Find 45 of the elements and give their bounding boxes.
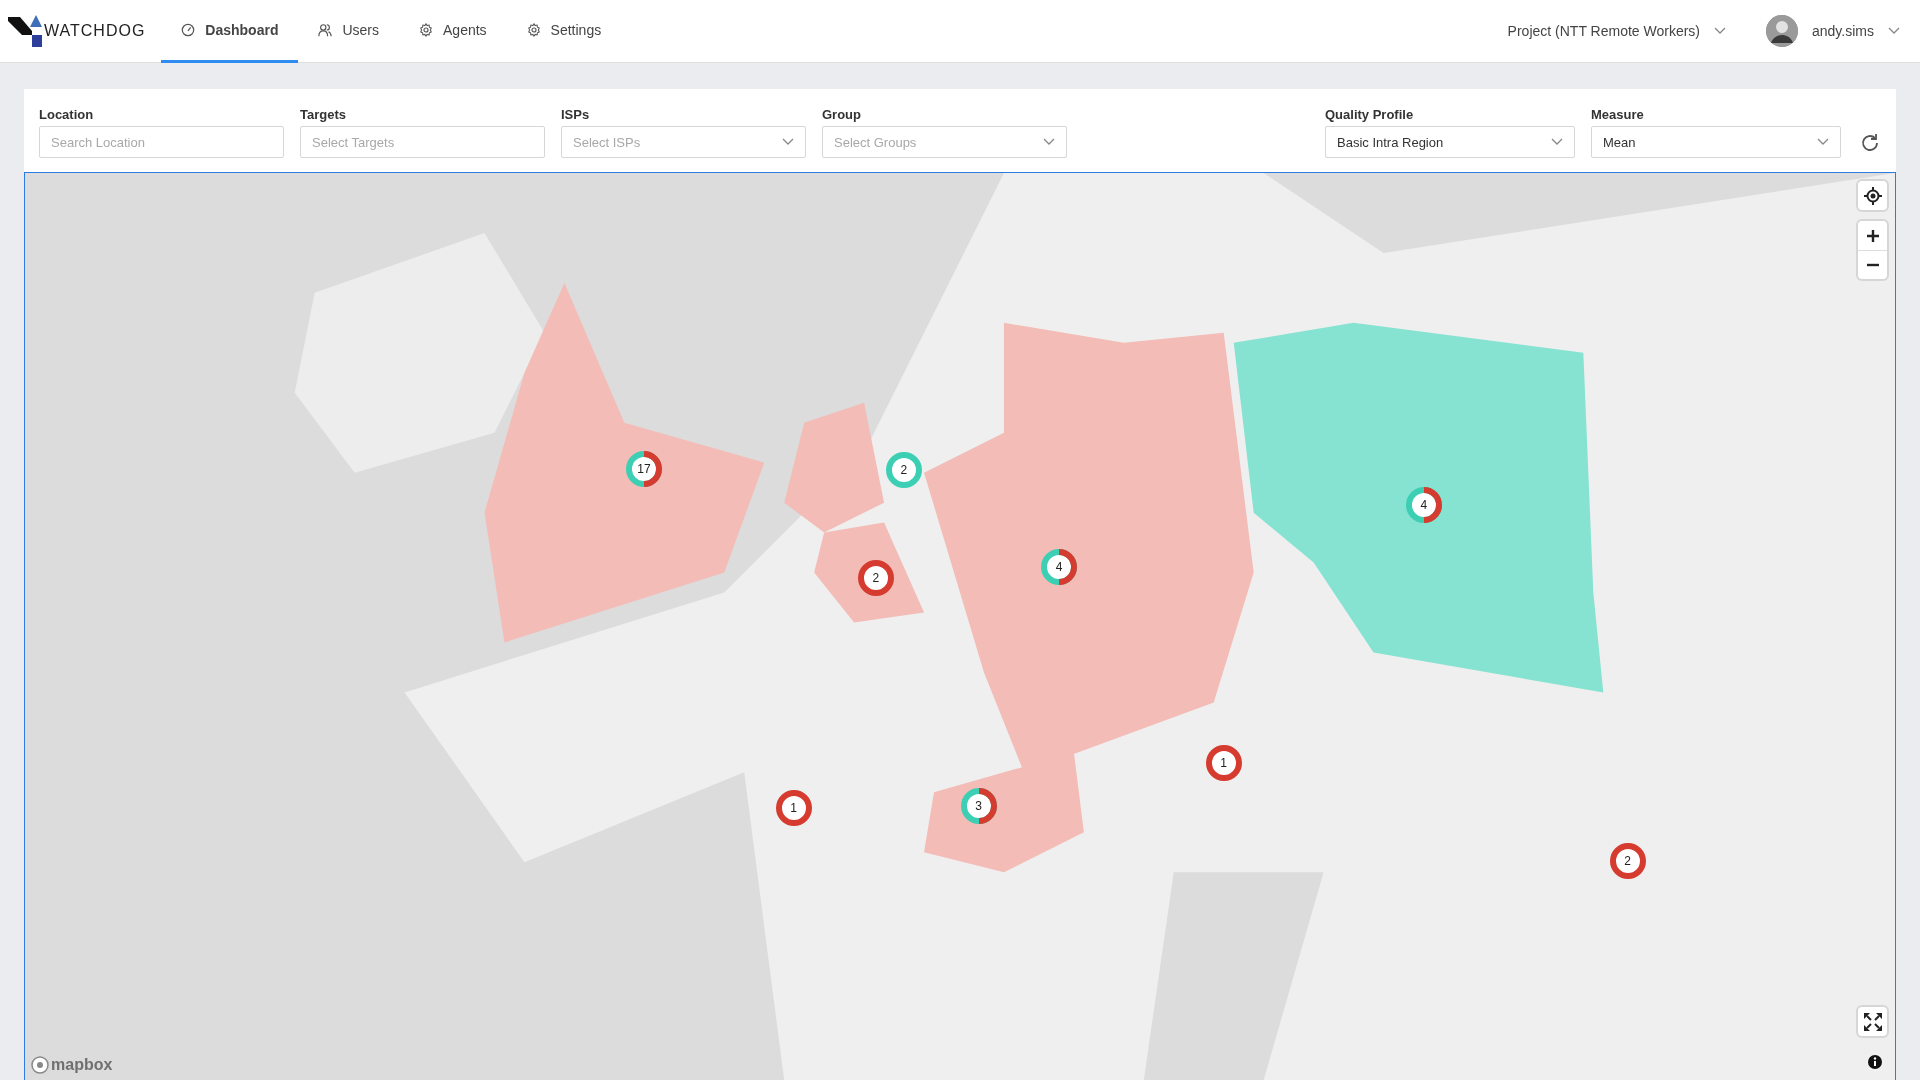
cluster-marker[interactable]: 17 bbox=[623, 448, 664, 489]
mapbox-logo-icon bbox=[31, 1056, 49, 1074]
fullscreen-icon bbox=[1863, 1012, 1882, 1031]
cluster-marker[interactable]: 4 bbox=[1039, 546, 1080, 587]
chevron-icon bbox=[1551, 138, 1563, 146]
select-field[interactable]: Basic Intra Region bbox=[1325, 126, 1575, 158]
cluster-marker[interactable]: 1 bbox=[1203, 743, 1244, 784]
nav-tab[interactable]: Agents bbox=[399, 0, 507, 63]
field-label: Targets bbox=[300, 107, 347, 122]
gear-icon bbox=[419, 23, 433, 37]
locate-icon bbox=[1863, 186, 1882, 205]
nav-tab[interactable]: Dashboard bbox=[161, 0, 299, 63]
project-dropdown[interactable]: Project (NTT Remote Workers) bbox=[1487, 0, 1746, 62]
field-label: Group bbox=[822, 107, 862, 122]
chevron-icon bbox=[1714, 27, 1726, 35]
refresh-icon[interactable] bbox=[1859, 132, 1881, 154]
cluster-marker[interactable]: 3 bbox=[958, 786, 999, 827]
users-icon bbox=[318, 23, 333, 37]
mapbox-attribution[interactable]: mapbox bbox=[51, 1056, 113, 1074]
cluster-marker[interactable]: 4 bbox=[1403, 484, 1444, 525]
chevron-icon bbox=[1888, 27, 1900, 35]
chevron-icon bbox=[1043, 138, 1055, 146]
brand-name: WATCHDOG bbox=[44, 22, 146, 40]
search-field[interactable]: Search Location bbox=[39, 126, 284, 158]
chevron-icon bbox=[782, 138, 794, 146]
cluster-marker[interactable]: 2 bbox=[883, 450, 924, 491]
select-field[interactable]: Mean bbox=[1591, 126, 1841, 158]
info-icon[interactable] bbox=[1865, 1052, 1885, 1072]
field-label: Quality Profile bbox=[1325, 107, 1415, 122]
plus-icon bbox=[1866, 229, 1879, 242]
field-label: Location bbox=[39, 107, 95, 122]
field-label: ISPs bbox=[561, 107, 591, 122]
search-field[interactable]: Select Targets bbox=[300, 126, 545, 158]
field-label: Measure bbox=[1591, 107, 1645, 122]
cluster-marker[interactable]: 1 bbox=[773, 787, 814, 828]
nav-tab[interactable]: Users bbox=[298, 0, 399, 63]
cluster-marker[interactable]: 2 bbox=[1607, 840, 1648, 881]
chevron-icon bbox=[1817, 138, 1829, 146]
nav-tab[interactable]: Settings bbox=[506, 0, 622, 63]
gear-icon bbox=[526, 23, 541, 37]
user-menu[interactable]: andy.sims bbox=[1812, 23, 1874, 39]
avatar-icon[interactable] bbox=[1766, 15, 1798, 47]
gauge-icon bbox=[181, 23, 196, 37]
logo-icon bbox=[8, 15, 42, 47]
cluster-marker[interactable]: 2 bbox=[855, 557, 896, 598]
